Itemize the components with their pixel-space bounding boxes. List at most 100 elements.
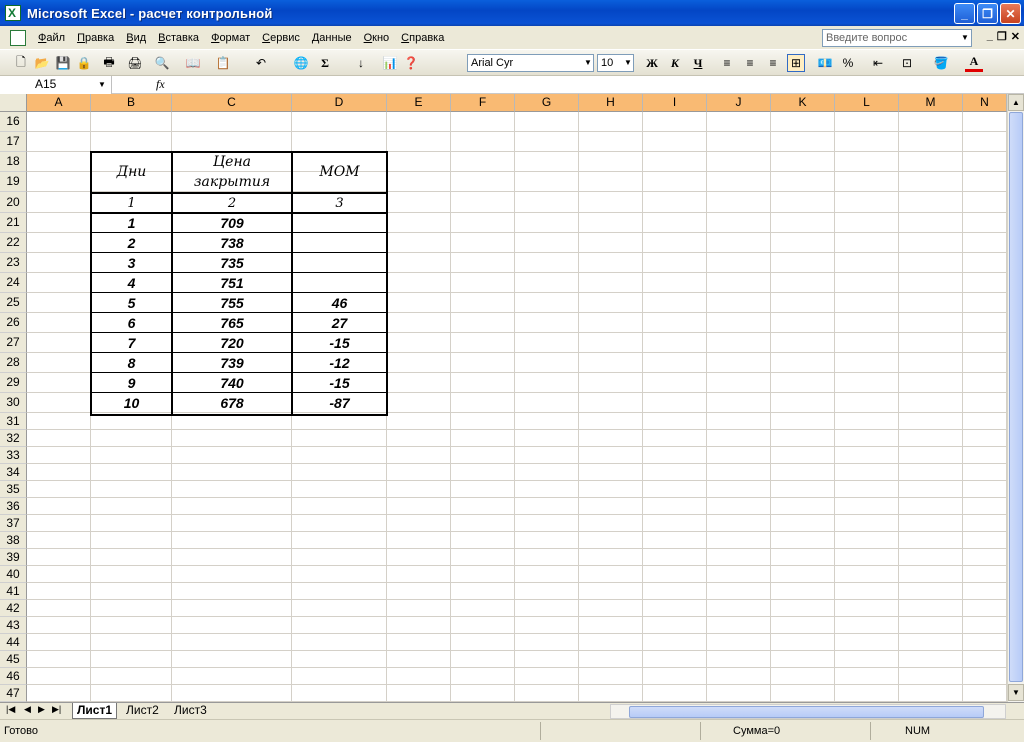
header-price-line1[interactable]: Цена bbox=[172, 152, 292, 172]
row-header-46[interactable]: 46 bbox=[0, 668, 27, 685]
day-cell[interactable]: 3 bbox=[91, 253, 172, 273]
row-header-41[interactable]: 41 bbox=[0, 583, 27, 600]
row-header-47[interactable]: 47 bbox=[0, 685, 27, 702]
menu-data[interactable]: Данные bbox=[306, 27, 358, 49]
font-name-dropdown-icon[interactable]: ▼ bbox=[582, 55, 594, 71]
row-header-22[interactable]: 22 bbox=[0, 233, 27, 253]
menu-help[interactable]: Справка bbox=[395, 27, 450, 49]
prev-sheet-icon[interactable]: ◀ bbox=[24, 704, 31, 715]
close-price-cell[interactable]: 755 bbox=[172, 293, 292, 313]
day-cell[interactable]: 7 bbox=[91, 333, 172, 353]
row-header-25[interactable]: 25 bbox=[0, 293, 27, 313]
menu-edit[interactable]: Правка bbox=[71, 27, 120, 49]
close-price-cell[interactable]: 738 bbox=[172, 233, 292, 253]
worksheet-grid[interactable]: A B C D E F G H I J K L M N 16 17 18 19 20 21 22 23 24 25 26 27 28… bbox=[0, 94, 1024, 702]
row-header-24[interactable]: 24 bbox=[0, 273, 27, 293]
header-price-line2[interactable]: закрытия bbox=[172, 172, 292, 192]
help-icon[interactable]: ❓ bbox=[402, 54, 420, 72]
vertical-scrollbar[interactable]: ▲ ▼ bbox=[1007, 94, 1024, 702]
menu-view[interactable]: Вид bbox=[120, 27, 152, 49]
day-cell[interactable]: 2 bbox=[91, 233, 172, 253]
index-cell-2[interactable]: 2 bbox=[172, 193, 292, 213]
help-question-input[interactable]: Введите вопрос bbox=[822, 29, 972, 47]
save-icon[interactable]: 💾 bbox=[54, 54, 72, 72]
column-header-b[interactable]: B bbox=[91, 94, 172, 112]
row-header-32[interactable]: 32 bbox=[0, 430, 27, 447]
indent-icon[interactable]: ⇤ bbox=[869, 54, 887, 72]
day-cell[interactable]: 1 bbox=[91, 213, 172, 233]
undo-icon[interactable]: ↶ bbox=[252, 54, 270, 72]
sheet-tab-3[interactable]: Лист3 bbox=[170, 703, 211, 719]
row-header-34[interactable]: 34 bbox=[0, 464, 27, 481]
day-cell[interactable]: 10 bbox=[91, 393, 172, 413]
day-cell[interactable]: 9 bbox=[91, 373, 172, 393]
select-all-corner[interactable] bbox=[0, 94, 27, 112]
print-icon[interactable]: 🖶 bbox=[100, 54, 118, 72]
underline-button[interactable]: Ч bbox=[689, 54, 707, 72]
horizontal-scrollbar[interactable] bbox=[610, 704, 1006, 719]
menu-file[interactable]: Файл bbox=[32, 27, 71, 49]
row-header-29[interactable]: 29 bbox=[0, 373, 27, 393]
column-header-n[interactable]: N bbox=[963, 94, 1007, 112]
font-color-button[interactable]: A bbox=[965, 54, 983, 72]
row-header-44[interactable]: 44 bbox=[0, 634, 27, 651]
menu-insert[interactable]: Вставка bbox=[152, 27, 205, 49]
name-box-dropdown-icon[interactable]: ▼ bbox=[98, 77, 106, 93]
column-header-m[interactable]: M bbox=[899, 94, 963, 112]
row-header-38[interactable]: 38 bbox=[0, 532, 27, 549]
close-button[interactable]: ✕ bbox=[1000, 3, 1021, 24]
row-header-18[interactable]: 18 bbox=[0, 152, 27, 172]
scroll-up-icon[interactable]: ▲ bbox=[1008, 94, 1024, 111]
mom-cell[interactable] bbox=[292, 253, 387, 273]
autosum-icon[interactable]: Σ bbox=[316, 54, 334, 72]
font-size-dropdown-icon[interactable]: ▼ bbox=[622, 55, 634, 71]
row-header-36[interactable]: 36 bbox=[0, 498, 27, 515]
mom-cell[interactable]: 46 bbox=[292, 293, 387, 313]
name-box[interactable]: A15 bbox=[0, 76, 112, 94]
sheet-tab-1[interactable]: Лист1 bbox=[72, 703, 118, 719]
sheet-tab-2[interactable]: Лист2 bbox=[122, 703, 163, 719]
mom-cell[interactable] bbox=[292, 273, 387, 293]
merge-center-icon[interactable]: ⊞ bbox=[787, 54, 805, 72]
currency-icon[interactable]: 💶 bbox=[816, 54, 834, 72]
column-header-g[interactable]: G bbox=[515, 94, 579, 112]
open-icon[interactable]: 📂 bbox=[33, 54, 51, 72]
paste-icon[interactable]: 📋 bbox=[214, 54, 232, 72]
insert-function-icon[interactable]: fx bbox=[156, 77, 165, 92]
day-cell[interactable]: 5 bbox=[91, 293, 172, 313]
row-header-35[interactable]: 35 bbox=[0, 481, 27, 498]
help-dropdown-icon[interactable]: ▼ bbox=[958, 29, 972, 47]
row-header-20[interactable]: 20 bbox=[0, 192, 27, 213]
mom-cell[interactable] bbox=[292, 233, 387, 253]
close-price-cell[interactable]: 678 bbox=[172, 393, 292, 413]
row-header-39[interactable]: 39 bbox=[0, 549, 27, 566]
row-header-28[interactable]: 28 bbox=[0, 353, 27, 373]
close-price-cell[interactable]: 740 bbox=[172, 373, 292, 393]
bold-button[interactable]: Ж bbox=[643, 54, 661, 72]
chart-wizard-icon[interactable]: 📊 bbox=[381, 54, 399, 72]
column-header-a[interactable]: A bbox=[27, 94, 91, 112]
restore-button[interactable]: ❐ bbox=[977, 3, 998, 24]
row-header-37[interactable]: 37 bbox=[0, 515, 27, 532]
column-header-d[interactable]: D bbox=[292, 94, 387, 112]
fill-color-icon[interactable]: 🪣 bbox=[932, 54, 950, 72]
doc-restore-button[interactable]: ❐ bbox=[997, 30, 1007, 43]
close-price-cell[interactable]: 709 bbox=[172, 213, 292, 233]
column-header-c[interactable]: C bbox=[172, 94, 292, 112]
doc-close-button[interactable]: ✕ bbox=[1011, 30, 1020, 43]
mom-cell[interactable]: -15 bbox=[292, 373, 387, 393]
print-preview-icon[interactable]: 🖨 bbox=[126, 54, 144, 72]
column-header-j[interactable]: J bbox=[707, 94, 771, 112]
italic-button[interactable]: К bbox=[666, 54, 684, 72]
next-sheet-icon[interactable]: ▶ bbox=[38, 704, 45, 715]
column-header-l[interactable]: L bbox=[835, 94, 899, 112]
column-header-i[interactable]: I bbox=[643, 94, 707, 112]
row-header-45[interactable]: 45 bbox=[0, 651, 27, 668]
sort-icon[interactable]: ↓ bbox=[352, 54, 370, 72]
borders-icon[interactable]: ⊡ bbox=[898, 54, 916, 72]
column-header-k[interactable]: K bbox=[771, 94, 835, 112]
index-cell-1[interactable]: 1 bbox=[91, 193, 172, 213]
minimize-button[interactable]: _ bbox=[954, 3, 975, 24]
last-sheet-icon[interactable]: ▶| bbox=[52, 704, 61, 715]
row-header-31[interactable]: 31 bbox=[0, 413, 27, 430]
